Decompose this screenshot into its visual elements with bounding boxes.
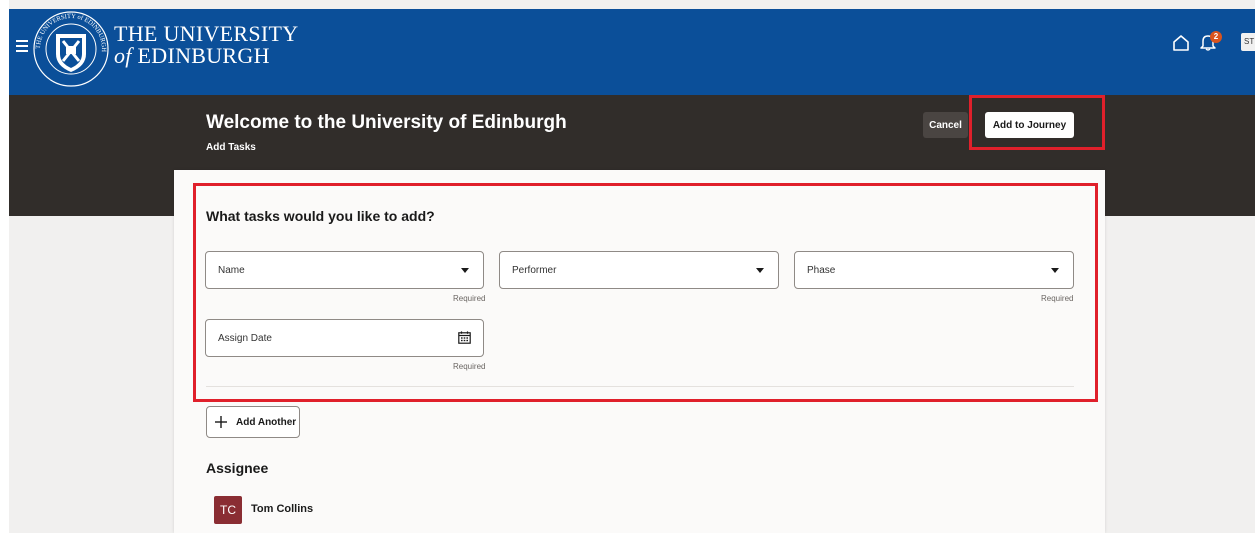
cancel-button[interactable]: Cancel bbox=[923, 112, 968, 138]
brand-of: of bbox=[114, 43, 132, 68]
home-icon[interactable] bbox=[1172, 34, 1190, 52]
page-subtitle: Add Tasks bbox=[206, 142, 256, 153]
assignee-heading: Assignee bbox=[206, 460, 269, 476]
page-title: Welcome to the University of Edinburgh bbox=[206, 112, 567, 133]
avatar: TC bbox=[214, 496, 242, 524]
add-another-label: Add Another bbox=[236, 417, 297, 428]
menu-icon[interactable] bbox=[16, 40, 28, 54]
brand-wordmark[interactable]: THE UNIVERSITY of EDINBURGH bbox=[114, 23, 298, 67]
top-header: THE UNIVERSITY of EDINBURGH THE UNIVERSI… bbox=[9, 9, 1255, 95]
notification-badge: 2 bbox=[1210, 31, 1222, 43]
left-edge bbox=[0, 0, 9, 533]
assignee-name: Tom Collins bbox=[251, 503, 314, 515]
crest-logo: THE UNIVERSITY of EDINBURGH bbox=[33, 11, 109, 87]
highlight-box-task-form bbox=[193, 183, 1098, 402]
add-another-button[interactable]: Add Another bbox=[206, 406, 300, 438]
plus-icon bbox=[215, 416, 227, 428]
highlight-box-add-to-journey bbox=[969, 95, 1105, 150]
user-menu-button[interactable]: ST bbox=[1241, 33, 1255, 51]
brand-line2: EDINBURGH bbox=[137, 43, 270, 68]
